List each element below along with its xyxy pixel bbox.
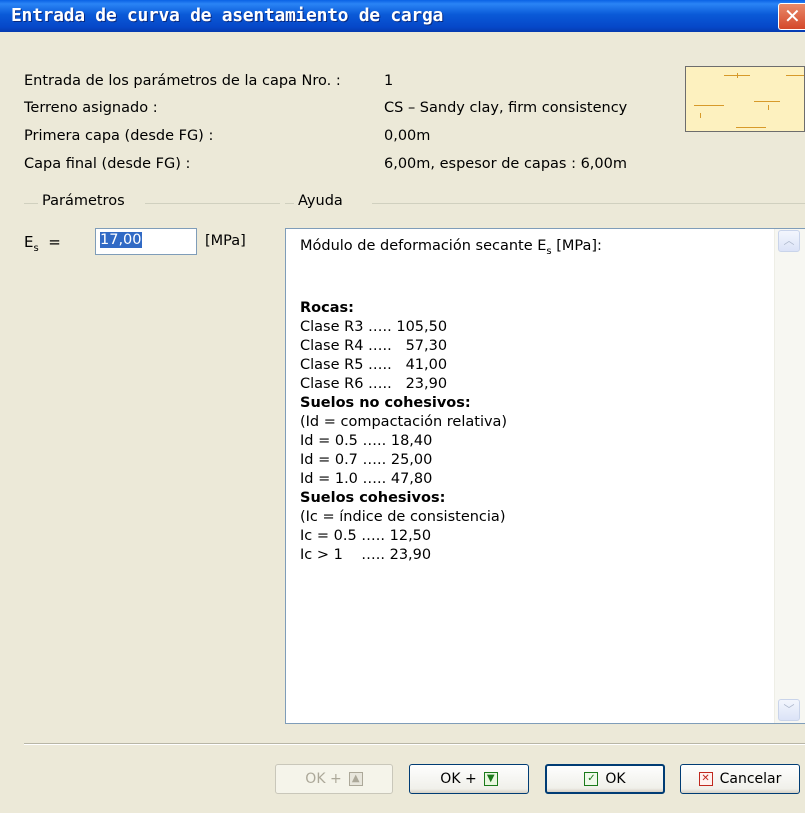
final-layer-label: Capa final (desde FG) : xyxy=(24,156,191,172)
help-text: Módulo de deformación secante Es [MPa]: … xyxy=(300,237,602,565)
soil-pattern-thumbnail xyxy=(685,66,805,132)
window-title: Entrada de curva de asentamiento de carg… xyxy=(11,5,444,26)
ok-add-above-button[interactable]: OK + ▲ xyxy=(275,764,393,794)
help-noncohesive-row: Id = 0.7 ….. 25,00 xyxy=(300,451,433,468)
ok-button[interactable]: ✓ OK xyxy=(545,764,665,794)
help-heading: Módulo de deformación secante Es [MPa]: xyxy=(300,238,602,257)
help-rocas-row: Clase R4 ….. 57,30 xyxy=(300,337,448,354)
final-layer-value: 6,00m, espesor de capas : 6,00m xyxy=(384,156,627,172)
close-icon: ✕ xyxy=(784,4,801,28)
first-layer-label: Primera capa (desde FG) : xyxy=(24,128,214,144)
help-noncohesive-title: Suelos no cohesivos: xyxy=(300,394,471,411)
es-label: Es = xyxy=(24,233,61,254)
help-cohesive-row: (Ic = índice de consistencia) xyxy=(300,508,506,525)
es-modulus-value: 17,00 xyxy=(100,232,142,248)
close-button[interactable]: ✕ xyxy=(778,3,805,30)
help-rocas-row: Clase R5 ….. 41,00 xyxy=(300,356,448,373)
help-noncohesive-row: (Id = compactación relativa) xyxy=(300,413,508,430)
cancel-button[interactable]: ✕ Cancelar xyxy=(680,764,800,794)
help-scrollbar[interactable]: ︿ ﹀ xyxy=(774,229,805,723)
arrow-up-icon: ▲ xyxy=(348,772,363,786)
layer-number-label: Entrada de los parámetros de la capa Nro… xyxy=(24,73,341,89)
help-cohesive-row: Ic > 1 ….. 23,90 xyxy=(300,546,432,563)
assigned-soil-label: Terreno asignado : xyxy=(24,100,158,116)
scroll-up-icon[interactable]: ︿ xyxy=(778,230,800,252)
help-noncohesive-row: Id = 1.0 ….. 47,80 xyxy=(300,470,433,487)
params-group-line-right xyxy=(145,203,280,204)
params-group-label: Parámetros xyxy=(38,193,129,209)
es-unit-label: [MPa] xyxy=(205,233,246,249)
help-rocas-title: Rocas: xyxy=(300,299,354,316)
help-cohesive-row: Ic = 0.5 ….. 12,50 xyxy=(300,527,432,544)
help-rocas-row: Clase R6 ….. 23,90 xyxy=(300,375,448,392)
ok-add-below-button[interactable]: OK + ▼ xyxy=(409,764,529,794)
title-bar[interactable]: Entrada de curva de asentamiento de carg… xyxy=(0,0,805,32)
help-cohesive-title: Suelos cohesivos: xyxy=(300,489,446,506)
button-separator xyxy=(24,743,805,745)
dialog-window: Entrada de curva de asentamiento de carg… xyxy=(0,0,805,813)
first-layer-value: 0,00m xyxy=(384,128,431,144)
help-rocas-row: Clase R3 ….. 105,50 xyxy=(300,318,448,335)
cancel-icon: ✕ xyxy=(698,772,713,786)
layer-number-value: 1 xyxy=(384,73,394,89)
help-panel[interactable]: Módulo de deformación secante Es [MPa]: … xyxy=(285,228,805,724)
es-modulus-input[interactable]: 17,00 xyxy=(95,228,197,255)
assigned-soil-value: CS – Sandy clay, firm consistency xyxy=(384,100,628,116)
help-group-label: Ayuda xyxy=(294,193,347,209)
check-icon: ✓ xyxy=(584,772,599,786)
help-noncohesive-row: Id = 0.5 ….. 18,40 xyxy=(300,432,433,449)
help-group-line-right xyxy=(372,203,805,204)
scroll-down-icon[interactable]: ﹀ xyxy=(778,699,800,721)
arrow-down-icon: ▼ xyxy=(483,772,498,786)
